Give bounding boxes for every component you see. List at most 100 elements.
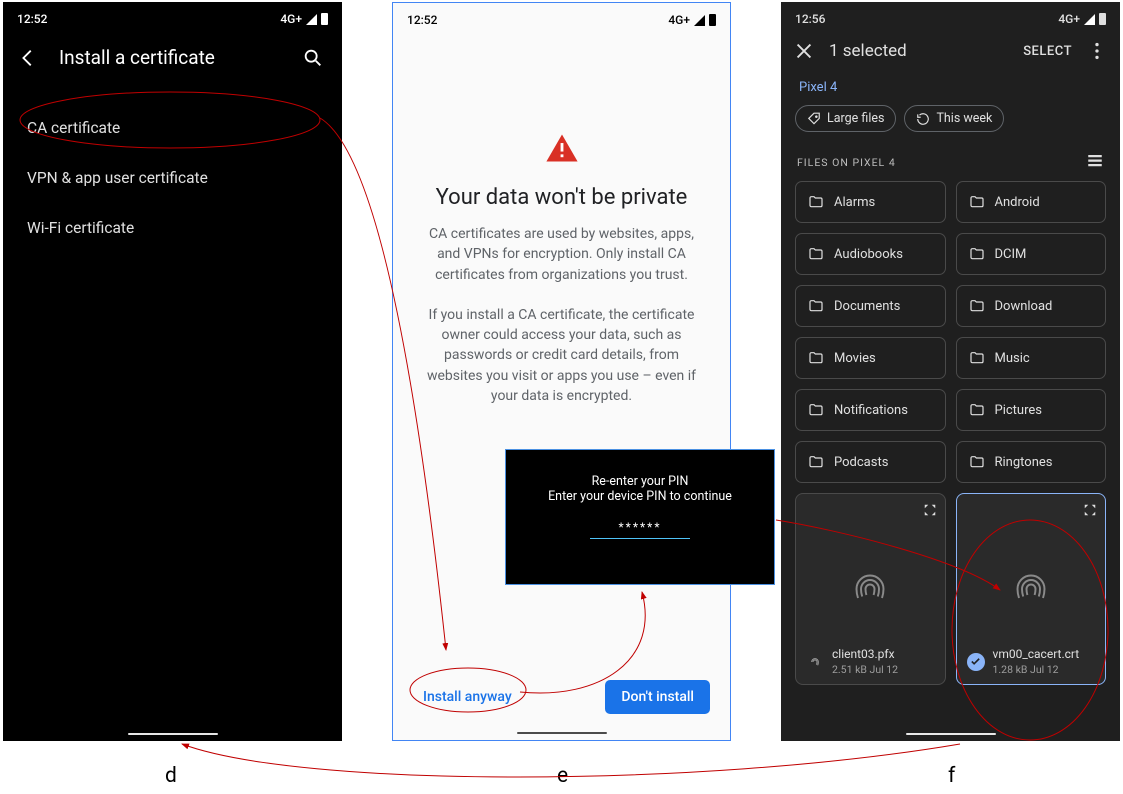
folder-label: Podcasts: [834, 455, 888, 470]
pin-subtitle: Enter your device PIN to continue: [516, 489, 764, 504]
caption-d: d: [165, 764, 177, 788]
folder-label: Download: [995, 299, 1053, 314]
file-meta: 2.51 kB Jul 12: [832, 663, 898, 676]
folder-alarms[interactable]: Alarms: [795, 181, 946, 223]
section-title: FILES ON PIXEL 4: [797, 156, 896, 169]
tag-icon: [807, 112, 821, 126]
selection-bar: 1 selected SELECT: [781, 32, 1120, 70]
folder-label: Ringtones: [995, 455, 1053, 470]
chip-this-week[interactable]: This week: [904, 105, 1004, 132]
battery-icon: [1099, 13, 1106, 25]
folder-icon: [808, 246, 824, 262]
folder-label: Audiobooks: [834, 247, 903, 262]
warning-paragraph-2: If you install a CA certificate, the cer…: [417, 305, 706, 406]
network-label: 4G+: [280, 12, 302, 26]
caption-e: e: [557, 764, 568, 788]
folder-notifications[interactable]: Notifications: [795, 389, 946, 431]
screen-ca-warning: 12:52 4G+ Your data won't be private CA …: [392, 2, 731, 741]
folder-icon: [808, 298, 824, 314]
warning-heading: Your data won't be private: [417, 185, 706, 210]
close-icon[interactable]: [793, 40, 815, 62]
caption-f: f: [948, 764, 955, 788]
install-anyway-button[interactable]: Install anyway: [413, 681, 522, 713]
cert-type-vpn[interactable]: VPN & app user certificate: [3, 153, 342, 203]
battery-icon: [321, 13, 328, 25]
folder-label: Notifications: [834, 403, 908, 418]
folder-movies[interactable]: Movies: [795, 337, 946, 379]
signal-icon: [1084, 14, 1095, 25]
chip-label: Large files: [827, 111, 884, 126]
pin-input[interactable]: ******: [590, 520, 690, 539]
search-icon[interactable]: [302, 47, 324, 69]
status-bar: 12:52 4G+: [3, 2, 342, 32]
folder-ringtones[interactable]: Ringtones: [956, 441, 1107, 483]
chip-label: This week: [936, 111, 992, 126]
folder-icon: [969, 194, 985, 210]
app-bar: Install a certificate: [3, 32, 342, 79]
folder-label: Alarms: [834, 195, 875, 210]
pin-dialog: Re-enter your PIN Enter your device PIN …: [505, 449, 775, 585]
folder-label: DCIM: [995, 247, 1027, 262]
dont-install-button[interactable]: Don't install: [605, 680, 710, 714]
folder-icon: [808, 194, 824, 210]
folder-label: Pictures: [995, 403, 1042, 418]
folder-icon: [969, 246, 985, 262]
select-button[interactable]: SELECT: [1023, 44, 1072, 59]
folder-android[interactable]: Android: [956, 181, 1107, 223]
screen-install-certificate: 12:52 4G+ Install a certificate CA certi…: [3, 2, 342, 741]
warning-icon: [545, 133, 579, 163]
nav-hint[interactable]: [128, 733, 218, 735]
expand-icon[interactable]: [923, 503, 937, 517]
folder-music[interactable]: Music: [956, 337, 1107, 379]
file-name: vm00_cacert.crt: [993, 647, 1080, 661]
fingerprint-icon: [806, 653, 824, 671]
folder-icon: [969, 402, 985, 418]
selection-count: 1 selected: [829, 41, 1009, 61]
folder-label: Android: [995, 195, 1040, 210]
folder-documents[interactable]: Documents: [795, 285, 946, 327]
file-name: client03.pfx: [832, 647, 898, 661]
folder-label: Music: [995, 351, 1030, 366]
status-bar: 12:52 4G+: [393, 3, 730, 33]
folder-dcim[interactable]: DCIM: [956, 233, 1107, 275]
cert-type-ca[interactable]: CA certificate: [3, 103, 342, 153]
page-title: Install a certificate: [59, 46, 282, 69]
breadcrumb[interactable]: Pixel 4: [781, 70, 1120, 105]
check-icon: [967, 653, 985, 671]
expand-icon[interactable]: [1083, 503, 1097, 517]
status-bar: 12:56 4G+: [781, 2, 1120, 32]
chip-large-files[interactable]: Large files: [795, 105, 896, 132]
file-card[interactable]: vm00_cacert.crt 1.28 kB Jul 12: [956, 493, 1107, 685]
screen-file-picker: 12:56 4G+ 1 selected SELECT Pixel 4 Larg…: [781, 2, 1120, 741]
back-icon[interactable]: [17, 47, 39, 69]
nav-hint[interactable]: [517, 732, 607, 734]
folder-download[interactable]: Download: [956, 285, 1107, 327]
folder-icon: [969, 298, 985, 314]
signal-icon: [306, 14, 317, 25]
network-label: 4G+: [1058, 12, 1080, 26]
folder-pictures[interactable]: Pictures: [956, 389, 1107, 431]
battery-icon: [709, 14, 716, 26]
clock: 12:56: [795, 12, 825, 26]
overflow-icon[interactable]: [1086, 40, 1108, 62]
file-meta: 1.28 kB Jul 12: [993, 663, 1080, 676]
folder-icon: [808, 402, 824, 418]
folder-icon: [808, 454, 824, 470]
view-list-icon[interactable]: [1086, 152, 1104, 173]
folder-audiobooks[interactable]: Audiobooks: [795, 233, 946, 275]
history-icon: [916, 112, 930, 126]
folder-label: Documents: [834, 299, 900, 314]
signal-icon: [694, 15, 705, 26]
network-label: 4G+: [668, 13, 690, 27]
fingerprint-icon: [852, 571, 888, 607]
clock: 12:52: [407, 13, 437, 27]
warning-paragraph-1: CA certificates are used by websites, ap…: [417, 224, 706, 285]
folder-icon: [969, 350, 985, 366]
folder-podcasts[interactable]: Podcasts: [795, 441, 946, 483]
folder-icon: [808, 350, 824, 366]
file-card[interactable]: client03.pfx 2.51 kB Jul 12: [795, 493, 946, 685]
cert-type-wifi[interactable]: Wi-Fi certificate: [3, 203, 342, 253]
clock: 12:52: [17, 12, 47, 26]
pin-title: Re-enter your PIN: [516, 474, 764, 489]
nav-hint[interactable]: [906, 733, 996, 735]
